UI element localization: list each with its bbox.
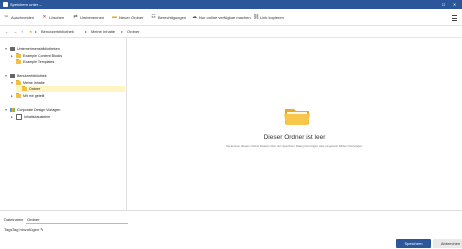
- file-list-area: Dieser Ordner ist leer Sie können diesem…: [127, 38, 462, 210]
- breadcrumb-separator-icon: ▸: [85, 29, 88, 34]
- back-arrow-icon[interactable]: ←: [5, 29, 9, 34]
- cut-button[interactable]: ✂ Auschneiden: [4, 14, 34, 21]
- link-icon: ⛓: [253, 14, 260, 20]
- folder-icon: [16, 59, 21, 64]
- tree-item-label: Benutzerbibliothek: [17, 74, 47, 78]
- breadcrumb-item-folder[interactable]: Ordner: [127, 29, 139, 34]
- folder-icon: [16, 80, 21, 85]
- copy-link-button[interactable]: ⛓ Link kopieren: [253, 14, 284, 21]
- permissions-button[interactable]: ☷ Berechtigungen: [151, 14, 186, 21]
- library-icon: [10, 108, 15, 112]
- pencil-icon: ✎: [40, 227, 44, 232]
- expand-icon[interactable]: ▸: [10, 94, 14, 98]
- library-icon: [10, 74, 15, 78]
- tree-item-label: Example Content Blocks: [23, 54, 63, 58]
- collapse-icon[interactable]: ▾: [4, 74, 8, 78]
- new-folder-button[interactable]: ▬ Neuer Ordner: [112, 14, 143, 21]
- tree-item-label: Corporate Design Vorlagen: [17, 108, 61, 112]
- empty-state-description: Sie können diesem Ordner Dateien über de…: [226, 144, 363, 148]
- tree-item-label: Unternehmensbibliotheken: [17, 47, 60, 51]
- forward-arrow-icon[interactable]: →: [13, 29, 17, 34]
- collapse-icon[interactable]: ▾: [4, 47, 8, 51]
- expand-icon[interactable]: ▸: [10, 54, 14, 58]
- maximize-button[interactable]: ☐: [440, 1, 447, 8]
- filename-label: Dateiname: [4, 217, 24, 222]
- toolbar: ✂ Auschneiden ✕ Löschen ⇄ Umbenennen ▬ N…: [0, 9, 462, 26]
- home-icon[interactable]: ★: [29, 29, 33, 34]
- tree-item-label: Example Templates: [23, 60, 55, 64]
- app-icon: [3, 2, 8, 7]
- tree-item-content-blocks[interactable]: ▸ Inhaltsbausteine: [10, 114, 50, 120]
- tree-item-label: Ordner: [29, 87, 41, 91]
- rename-label: Umbenennen: [80, 15, 105, 20]
- cancel-button[interactable]: Abbrechen: [433, 239, 462, 248]
- folder-icon: [22, 86, 27, 91]
- online-only-label: Nur online verfügbar machen: [199, 15, 251, 20]
- rename-button[interactable]: ⇄ Umbenennen: [73, 14, 104, 21]
- cloud-icon: ☁: [192, 14, 197, 20]
- cut-label: Auschneiden: [11, 15, 35, 20]
- tree-item-corporate-design-templates[interactable]: ▾ Corporate Design Vorlagen: [4, 107, 60, 113]
- breadcrumb-separator-icon: ▸: [35, 29, 38, 34]
- filename-input[interactable]: [26, 216, 128, 224]
- folder-icon: [16, 53, 21, 58]
- delete-button[interactable]: ✕ Löschen: [42, 14, 64, 21]
- navigation-bar: ← → ↑ ★ ▸ Benutzerbibliothek ▸ Meine Inh…: [0, 26, 462, 38]
- empty-folder-icon: [284, 109, 310, 125]
- breadcrumb-item-my-content[interactable]: Meine Inhalte: [91, 29, 115, 34]
- delete-label: Löschen: [49, 15, 65, 20]
- save-panel: Dateiname Tags Tag hinzufügen ✎ Speicher…: [0, 210, 462, 249]
- close-button[interactable]: ✕: [451, 1, 458, 8]
- tree-item-folder[interactable]: Ordner: [16, 86, 125, 92]
- online-only-button[interactable]: ☁ Nur online verfügbar machen: [192, 14, 251, 21]
- save-button[interactable]: Speichern: [396, 239, 431, 248]
- expand-icon[interactable]: ▸: [10, 115, 14, 119]
- tree-item-company-libraries[interactable]: ▾ Unternehmensbibliotheken: [4, 46, 60, 52]
- new-folder-label: Neuer Ordner: [119, 15, 144, 20]
- add-tag-label: Tag hinzufügen: [12, 227, 40, 232]
- permissions-icon: ☷: [151, 14, 156, 20]
- tree-item-label: Mit mir geteilt: [23, 94, 45, 98]
- breadcrumb-separator-icon: ▸: [121, 29, 124, 34]
- library-icon: [16, 114, 22, 120]
- tree-item-label: Inhaltsbausteine: [24, 115, 51, 119]
- delete-icon: ✕: [42, 14, 47, 20]
- add-tag-link[interactable]: Tag hinzufügen ✎: [12, 227, 44, 232]
- collapse-icon[interactable]: ▾: [10, 81, 14, 85]
- folder-tree: ▾ Unternehmensbibliotheken ▸ Example Con…: [0, 38, 127, 210]
- folder-icon: [16, 93, 21, 98]
- hamburger-menu-icon[interactable]: [452, 15, 457, 21]
- up-arrow-icon[interactable]: ↑: [21, 29, 23, 34]
- collapse-icon[interactable]: ▾: [4, 108, 8, 112]
- cut-icon: ✂: [4, 14, 9, 20]
- tree-item-user-library[interactable]: ▾ Benutzerbibliothek: [4, 73, 47, 79]
- window-title: Speichern unter –: [10, 2, 42, 7]
- copy-link-label: Link kopieren: [260, 15, 284, 20]
- new-folder-icon: ▬: [112, 14, 117, 20]
- rename-icon: ⇄: [73, 14, 78, 20]
- library-icon: [10, 47, 15, 51]
- tree-item-example-templates[interactable]: Example Templates: [10, 59, 54, 65]
- title-bar: Speichern unter – ☐ ✕: [0, 0, 462, 9]
- tree-item-label: Meine Inhalte: [23, 81, 45, 85]
- tree-item-shared-with-me[interactable]: ▸ Mit mir geteilt: [10, 93, 44, 99]
- breadcrumb-item-user-library[interactable]: Benutzerbibliothek: [41, 29, 74, 34]
- permissions-label: Berechtigungen: [158, 15, 187, 20]
- empty-state-title: Dieser Ordner ist leer: [263, 134, 326, 141]
